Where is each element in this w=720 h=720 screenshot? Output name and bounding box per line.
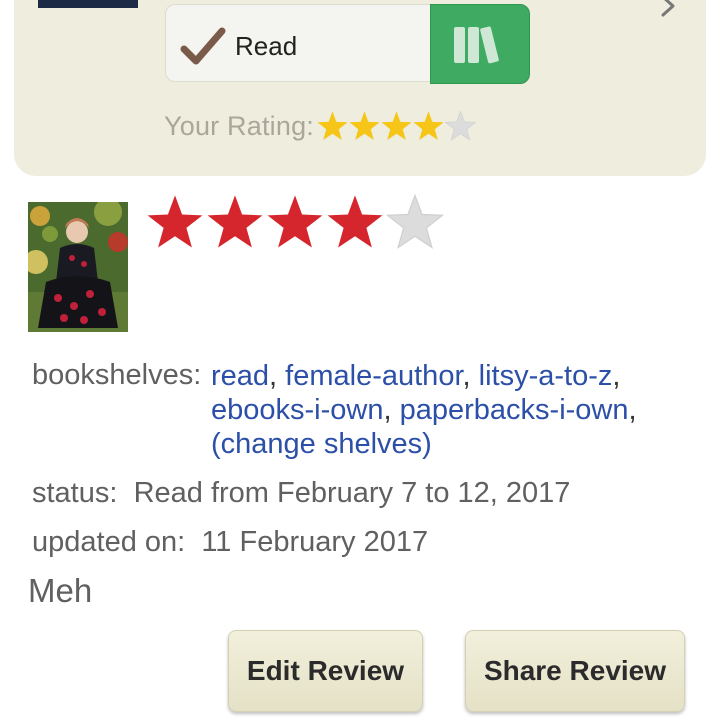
shelf-link-paperbacks-i-own[interactable]: paperbacks-i-own <box>400 394 629 426</box>
change-shelves-link[interactable]: (change shelves) <box>211 428 432 460</box>
avatar[interactable] <box>28 202 128 332</box>
bookshelf-icon <box>454 26 499 64</box>
shelf-link-litsy-a-to-z[interactable]: litsy-a-to-z <box>479 360 613 392</box>
your-rating-star-filled-icon[interactable] <box>316 110 349 143</box>
review-star-filled-icon <box>207 195 263 248</box>
shelf-link-female-author[interactable]: female-author <box>285 360 462 392</box>
bookshelves-list: read, female-author, litsy-a-to-z, ebooks… <box>211 360 637 460</box>
updated-label: updated on: <box>32 526 186 558</box>
status-line: status: Read from February 7 to 12, 2017 <box>32 477 570 510</box>
updated-line: updated on: 11 February 2017 <box>32 526 428 559</box>
shelf-link-ebooks-i-own[interactable]: ebooks-i-own <box>211 394 383 426</box>
review-text: Meh <box>28 572 93 609</box>
choose-shelf-button[interactable] <box>430 4 530 84</box>
your-rating-stars[interactable] <box>316 109 477 143</box>
your-rating-star-filled-icon[interactable] <box>380 110 413 143</box>
share-review-button[interactable]: Share Review <box>465 630 685 712</box>
status-label: status: <box>32 477 118 509</box>
checkmark-icon <box>180 27 226 65</box>
read-status-button[interactable]: Read <box>165 4 430 82</box>
your-rating-star-empty-icon[interactable] <box>444 109 477 143</box>
your-rating-label: Your Rating: <box>164 110 315 141</box>
review-star-empty-icon <box>385 193 445 249</box>
read-status-label: Read <box>235 31 298 61</box>
chevron-right-icon[interactable] <box>656 0 680 22</box>
updated-value: 11 February 2017 <box>201 526 429 558</box>
edit-review-button[interactable]: Edit Review <box>228 630 423 712</box>
review-rating-stars <box>145 193 445 253</box>
reviewer-photo <box>28 202 128 332</box>
review-star-filled-icon <box>327 195 383 248</box>
review-star-filled-icon <box>267 195 323 248</box>
your-rating[interactable]: Your Rating: <box>164 108 477 144</box>
review-star-filled-icon <box>147 195 203 248</box>
your-rating-star-filled-icon[interactable] <box>348 110 381 143</box>
bookshelves-label: bookshelves: <box>32 359 202 391</box>
book-cover-thumbnail[interactable] <box>38 0 138 8</box>
your-rating-star-filled-icon[interactable] <box>412 110 445 143</box>
shelf-link-read[interactable]: read <box>211 360 269 392</box>
status-value: Read from February 7 to 12, 2017 <box>133 477 571 509</box>
